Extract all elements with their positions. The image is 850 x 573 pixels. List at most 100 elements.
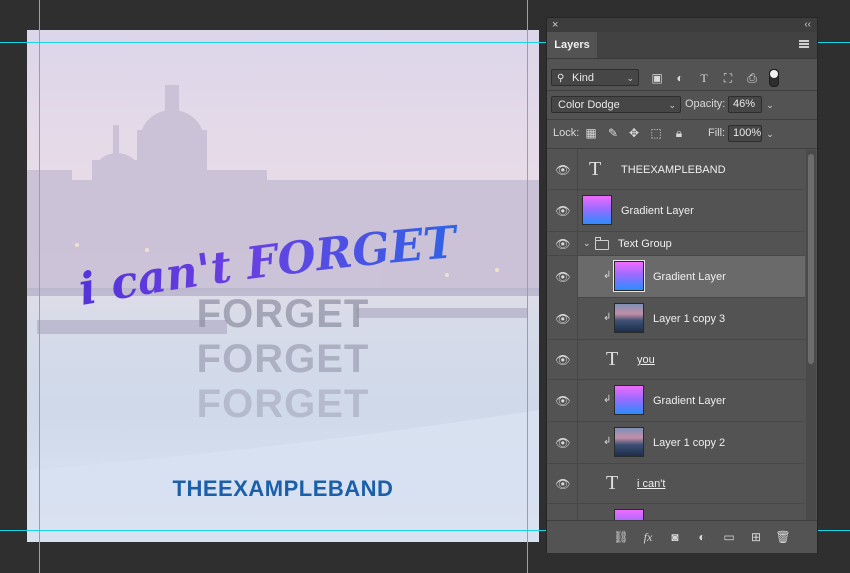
eye-icon[interactable]: 👁︎: [555, 236, 571, 252]
link-layers-icon[interactable]: ⛓︎: [613, 529, 629, 545]
lock-label: Lock:: [553, 127, 580, 139]
column-divider: [577, 504, 578, 520]
lock-artboard-icon[interactable]: ⬚: [649, 126, 663, 140]
layer-group-row[interactable]: 👁︎ ⌄ Text Group: [547, 232, 805, 256]
lock-row: Lock: ▦ ✎ ✥ ⬚ 🔒︎ Fill: 100% ⌄: [547, 123, 817, 145]
column-divider: [577, 190, 578, 231]
adjustment-layer-icon[interactable]: ◐: [694, 529, 710, 545]
type-layer-icon: T: [606, 348, 619, 370]
lock-brush-icon[interactable]: ✎: [606, 126, 620, 140]
layer-name[interactable]: you: [637, 353, 655, 367]
opacity-label: Opacity:: [685, 98, 726, 110]
shape-filter-icon[interactable]: ⛶: [721, 71, 735, 85]
lock-transparency-icon[interactable]: ▦: [584, 126, 598, 140]
column-divider: [577, 256, 578, 298]
layer-thumbnail: [582, 195, 612, 225]
layer-thumbnail: [614, 509, 644, 520]
clip-arrow-icon: ↲: [603, 436, 612, 447]
clip-arrow-icon: ↲: [603, 270, 612, 281]
title-text-art: i can't FORGET you: [27, 30, 473, 316]
echo-word-2: FORGET: [196, 337, 370, 381]
clip-arrow-icon: ↲: [603, 312, 612, 323]
layer-thumbnail: [614, 261, 644, 291]
layer-name[interactable]: Gradient Layer: [621, 204, 694, 218]
panel-tabs: Layers: [547, 32, 817, 59]
toggle-knob: [770, 70, 778, 78]
document-canvas[interactable]: i can't FORGET you FORGET FORGET FORGET …: [27, 30, 539, 542]
layer-row[interactable]: 👁︎ Gradient Layer: [547, 190, 805, 232]
panel-menu-icon[interactable]: [799, 40, 809, 48]
add-mask-icon[interactable]: ◙: [667, 529, 683, 545]
layer-row[interactable]: 👁︎ T i can't: [547, 464, 805, 504]
opacity-field[interactable]: 46%: [728, 96, 762, 113]
column-divider: [577, 340, 578, 379]
filter-kind-select[interactable]: ⚲ Kind ⌄: [551, 69, 639, 86]
echo-word-3: FORGET: [196, 382, 370, 426]
adjustment-filter-icon[interactable]: ◐: [673, 71, 687, 85]
chevron-down-icon[interactable]: ⌄: [583, 238, 591, 249]
filter-row: ⚲ Kind ⌄ ▣ ◐ T ⛶ ⎙: [547, 66, 817, 88]
lock-all-icon[interactable]: 🔒︎: [672, 126, 686, 140]
layer-name[interactable]: i can't: [637, 477, 665, 491]
layer-name[interactable]: Gradient Layer: [653, 270, 726, 284]
layer-row[interactable]: 👁︎ ↲ Layer 1 copy 3: [547, 298, 805, 340]
layer-name[interactable]: Text Group: [618, 237, 672, 251]
layer-row[interactable]: 👁︎ T you: [547, 340, 805, 380]
folder-icon: [595, 237, 609, 250]
close-icon[interactable]: ×: [552, 18, 558, 32]
guide-vertical-right[interactable]: [527, 0, 528, 573]
column-divider: [577, 422, 578, 463]
eye-icon[interactable]: 👁︎: [555, 352, 571, 368]
lock-move-icon[interactable]: ✥: [627, 126, 641, 140]
fx-icon[interactable]: fx: [640, 529, 656, 545]
column-divider: [577, 380, 578, 421]
search-icon: ⚲: [557, 73, 565, 84]
column-divider: [577, 298, 578, 339]
chevron-down-icon: ⌄: [626, 73, 634, 83]
eye-icon[interactable]: 👁︎: [555, 311, 571, 327]
column-divider: [577, 232, 578, 255]
layer-row[interactable]: 👁︎ ↲ Layer 1 copy 2: [547, 422, 805, 464]
layer-row-partial[interactable]: 👁︎: [547, 504, 805, 520]
eye-icon[interactable]: 👁︎: [555, 393, 571, 409]
opacity-dropdown-icon[interactable]: ⌄: [763, 98, 777, 112]
layer-name[interactable]: THEEXAMPLEBAND: [621, 163, 726, 177]
image-filter-icon[interactable]: ▣: [650, 71, 664, 85]
layer-name[interactable]: Layer 1 copy 2: [653, 436, 725, 450]
smart-object-filter-icon[interactable]: ⎙: [745, 71, 759, 85]
layers-scrollbar[interactable]: [806, 150, 816, 520]
eye-icon[interactable]: 👁︎: [555, 162, 571, 178]
clip-arrow-icon: ↲: [603, 394, 612, 405]
divider: [547, 90, 817, 91]
filter-toggle[interactable]: [769, 69, 779, 87]
fill-dropdown-icon[interactable]: ⌄: [763, 127, 777, 141]
scrollbar-thumb[interactable]: [808, 154, 814, 364]
column-divider: [577, 150, 578, 189]
fill-field[interactable]: 100%: [728, 125, 762, 142]
collapse-icon[interactable]: ‹‹: [804, 18, 811, 32]
layer-row[interactable]: 👁︎ T THEEXAMPLEBAND: [547, 150, 805, 190]
chevron-down-icon: ⌄: [668, 100, 676, 110]
tab-layers[interactable]: Layers: [547, 32, 597, 58]
layer-name[interactable]: Gradient Layer: [653, 394, 726, 408]
panel-bottom-bar: ⛓︎ fx ◙ ◐ ▭ ⊞ 🗑︎: [547, 520, 817, 553]
selected-row-eye-cell: 👁︎: [547, 256, 578, 298]
layer-row[interactable]: 👁︎ ↲ Gradient Layer: [547, 380, 805, 422]
guide-vertical-left[interactable]: [39, 0, 40, 573]
eye-icon[interactable]: 👁︎: [555, 203, 571, 219]
type-filter-icon[interactable]: T: [697, 71, 711, 85]
band-name-text: THEEXAMPLEBAND: [172, 476, 394, 501]
layers-list: 👁︎ T THEEXAMPLEBAND 👁︎ Gradient Layer 👁︎…: [547, 150, 805, 520]
new-layer-icon[interactable]: ⊞: [748, 529, 764, 545]
eye-icon[interactable]: 👁︎: [555, 269, 571, 285]
blend-mode-select[interactable]: Color Dodge ⌄: [551, 96, 681, 113]
panel-title-bar[interactable]: × ‹‹: [547, 18, 817, 32]
trash-icon[interactable]: 🗑︎: [775, 529, 791, 545]
new-group-icon[interactable]: ▭: [721, 529, 737, 545]
layer-name[interactable]: Layer 1 copy 3: [653, 312, 725, 326]
eye-icon[interactable]: 👁︎: [555, 476, 571, 492]
eye-icon[interactable]: 👁︎: [555, 435, 571, 451]
type-layer-icon: T: [589, 158, 602, 180]
fill-label: Fill:: [708, 127, 726, 139]
layer-row-selected[interactable]: ↲ Gradient Layer: [578, 256, 805, 298]
